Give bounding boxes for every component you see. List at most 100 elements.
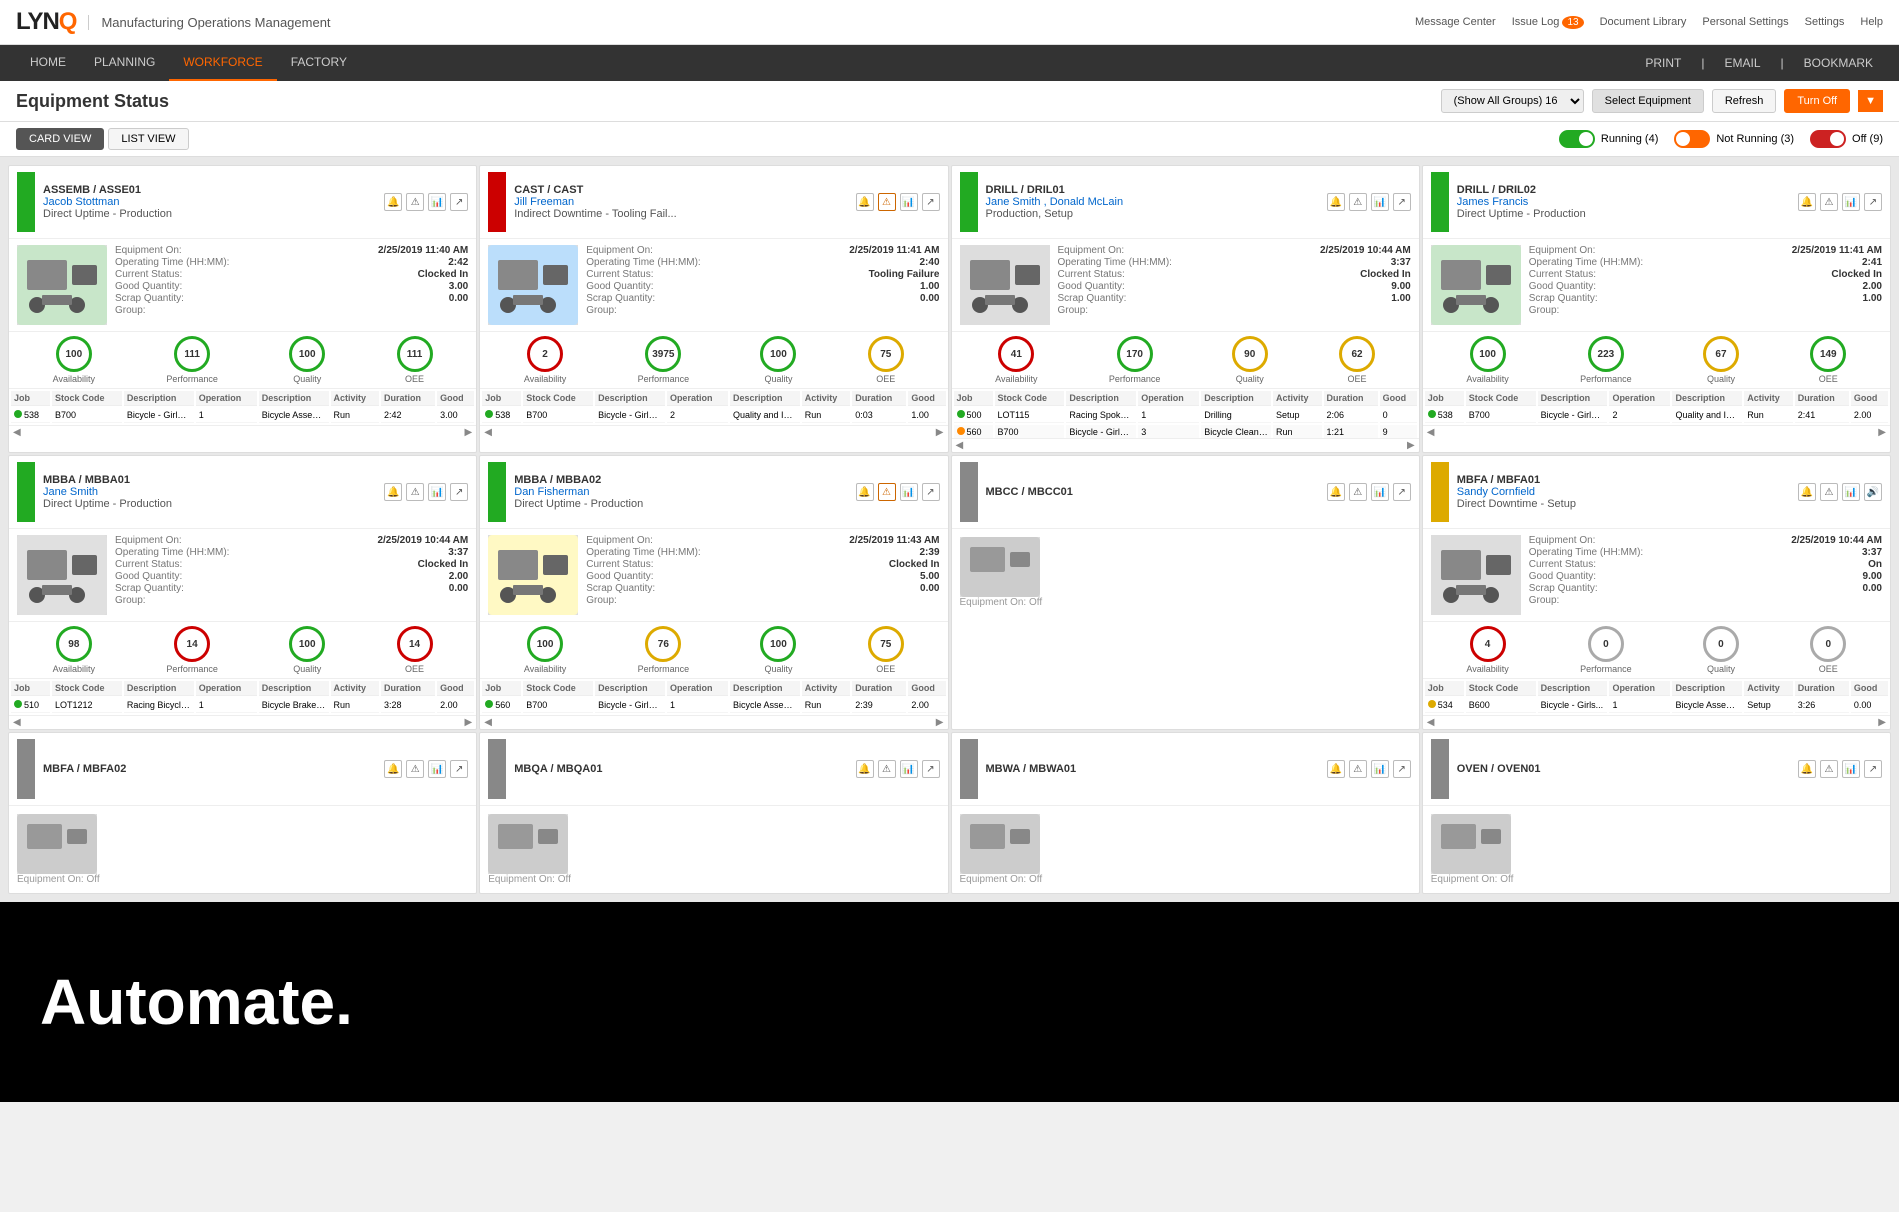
eq-icons-mbfa-mbfa02: 🔔⚠📊↗ xyxy=(384,760,468,778)
alert-icon-drill-dril02[interactable]: ⚠ xyxy=(1820,193,1838,211)
expand-icon-mbfa-mbfa02[interactable]: ↗ xyxy=(450,760,468,778)
eq-operator-assemb-asse01[interactable]: Jacob Stottman xyxy=(43,196,376,208)
bell-icon-mbba-mbba01[interactable]: 🔔 xyxy=(384,483,402,501)
scroll-right-mbfa-mbfa01[interactable]: ▶ xyxy=(1878,717,1886,728)
alert-icon-assemb-asse01[interactable]: ⚠ xyxy=(406,193,424,211)
scroll-left-mbba-mbba01[interactable]: ◀ xyxy=(13,717,21,728)
scroll-right-drill-dril01[interactable]: ▶ xyxy=(1407,440,1415,451)
scroll-right-drill-dril02[interactable]: ▶ xyxy=(1878,427,1886,438)
scroll-right-cast-cast[interactable]: ▶ xyxy=(936,427,944,438)
metric-circle-2-mbfa-mbfa01: 0 xyxy=(1703,626,1739,662)
nav-factory[interactable]: FACTORY xyxy=(277,45,361,81)
expand-icon-oven-oven01[interactable]: ↗ xyxy=(1864,760,1882,778)
bell-icon-drill-dril02[interactable]: 🔔 xyxy=(1798,193,1816,211)
bell-icon-mbba-mbba02[interactable]: 🔔 xyxy=(856,483,874,501)
refresh-button[interactable]: Refresh xyxy=(1712,89,1777,113)
issue-log-link[interactable]: Issue Log 13 xyxy=(1512,16,1584,28)
scroll-right-mbba-mbba01[interactable]: ▶ xyxy=(465,717,473,728)
scroll-left-assemb-asse01[interactable]: ◀ xyxy=(13,427,21,438)
chart-icon-mbba-mbba01[interactable]: 📊 xyxy=(428,483,446,501)
bell-icon-mbwa-mbwa01[interactable]: 🔔 xyxy=(1327,760,1345,778)
nav-bookmark[interactable]: BOOKMARK xyxy=(1794,46,1883,80)
detail-row: Operating Time (HH:MM):2:41 xyxy=(1529,257,1882,268)
chart-icon-mbqa-mbqa01[interactable]: 📊 xyxy=(900,760,918,778)
alert-icon-mbfa-mbfa01[interactable]: ⚠ xyxy=(1820,483,1838,501)
chart-icon-mbfa-mbfa02[interactable]: 📊 xyxy=(428,760,446,778)
turn-off-button[interactable]: Turn Off xyxy=(1784,89,1850,113)
eq-operator-mbfa-mbfa01[interactable]: Sandy Cornfield xyxy=(1457,486,1790,498)
bell-icon-mbfa-mbfa02[interactable]: 🔔 xyxy=(384,760,402,778)
alert-icon-mbfa-mbfa02[interactable]: ⚠ xyxy=(406,760,424,778)
help-link[interactable]: Help xyxy=(1860,16,1883,28)
chart-icon-oven-oven01[interactable]: 📊 xyxy=(1842,760,1860,778)
bell-icon-oven-oven01[interactable]: 🔔 xyxy=(1798,760,1816,778)
expand-icon-drill-dril02[interactable]: ↗ xyxy=(1864,193,1882,211)
expand-icon-mbfa-mbfa01[interactable]: 🔊 xyxy=(1864,483,1882,501)
scroll-left-cast-cast[interactable]: ◀ xyxy=(484,427,492,438)
alert-icon-mbba-mbba01[interactable]: ⚠ xyxy=(406,483,424,501)
chart-icon-mbwa-mbwa01[interactable]: 📊 xyxy=(1371,760,1389,778)
running-toggle-switch[interactable] xyxy=(1559,130,1595,148)
not-running-toggle-switch[interactable] xyxy=(1674,130,1710,148)
bell-icon-mbqa-mbqa01[interactable]: 🔔 xyxy=(856,760,874,778)
scroll-left-drill-dril01[interactable]: ◀ xyxy=(956,440,964,451)
chart-icon-mbba-mbba02[interactable]: 📊 xyxy=(900,483,918,501)
eq-operator-drill-dril01[interactable]: Jane Smith , Donald McLain xyxy=(986,196,1319,208)
turn-off-dropdown-arrow[interactable]: ▼ xyxy=(1858,90,1883,112)
scroll-left-mbba-mbba02[interactable]: ◀ xyxy=(484,717,492,728)
eq-operator-cast-cast[interactable]: Jill Freeman xyxy=(514,196,847,208)
chart-icon-mbfa-mbfa01[interactable]: 📊 xyxy=(1842,483,1860,501)
alert-icon-mbba-mbba02[interactable]: ⚠ xyxy=(878,483,896,501)
list-view-button[interactable]: LIST VIEW xyxy=(108,128,188,150)
off-toggle-switch[interactable] xyxy=(1810,130,1846,148)
expand-icon-assemb-asse01[interactable]: ↗ xyxy=(450,193,468,211)
scroll-left-drill-dril02[interactable]: ◀ xyxy=(1427,427,1435,438)
scroll-right-assemb-asse01[interactable]: ▶ xyxy=(465,427,473,438)
eq-operator-mbba-mbba02[interactable]: Dan Fisherman xyxy=(514,486,847,498)
expand-icon-mbba-mbba01[interactable]: ↗ xyxy=(450,483,468,501)
message-center-link[interactable]: Message Center xyxy=(1415,16,1496,28)
chart-icon-drill-dril01[interactable]: 📊 xyxy=(1371,193,1389,211)
scroll-left-mbfa-mbfa01[interactable]: ◀ xyxy=(1427,717,1435,728)
select-equipment-button[interactable]: Select Equipment xyxy=(1592,89,1704,113)
expand-icon-mbba-mbba02[interactable]: ↗ xyxy=(922,483,940,501)
alert-icon-cast-cast[interactable]: ⚠ xyxy=(878,193,896,211)
card-view-button[interactable]: CARD VIEW xyxy=(16,128,104,150)
alert-icon-drill-dril01[interactable]: ⚠ xyxy=(1349,193,1367,211)
detail-label: Scrap Quantity: xyxy=(1529,293,1598,304)
eq-operator-mbba-mbba01[interactable]: Jane Smith xyxy=(43,486,376,498)
settings-link[interactable]: Settings xyxy=(1805,16,1845,28)
nav-workforce[interactable]: WORKFORCE xyxy=(169,45,276,81)
expand-icon-mbqa-mbqa01[interactable]: ↗ xyxy=(922,760,940,778)
detail-row: Good Quantity:2.00 xyxy=(115,571,468,582)
expand-icon-mbwa-mbwa01[interactable]: ↗ xyxy=(1393,760,1411,778)
chart-icon-mbcc-mbcc01[interactable]: 📊 xyxy=(1371,483,1389,501)
expand-icon-drill-dril01[interactable]: ↗ xyxy=(1393,193,1411,211)
nav-print[interactable]: PRINT xyxy=(1635,46,1691,80)
nav-home[interactable]: HOME xyxy=(16,45,80,81)
alert-icon-mbcc-mbcc01[interactable]: ⚠ xyxy=(1349,483,1367,501)
expand-icon-cast-cast[interactable]: ↗ xyxy=(922,193,940,211)
alert-icon-mbqa-mbqa01[interactable]: ⚠ xyxy=(878,760,896,778)
job-status-dot xyxy=(485,410,493,418)
nav-planning[interactable]: PLANNING xyxy=(80,45,169,81)
chart-icon-drill-dril02[interactable]: 📊 xyxy=(1842,193,1860,211)
group-select[interactable]: (Show All Groups) 16 xyxy=(1441,89,1584,113)
alert-icon-oven-oven01[interactable]: ⚠ xyxy=(1820,760,1838,778)
bell-icon-assemb-asse01[interactable]: 🔔 xyxy=(384,193,402,211)
detail-value: 3:37 xyxy=(1862,547,1882,558)
bell-icon-mbcc-mbcc01[interactable]: 🔔 xyxy=(1327,483,1345,501)
nav-email[interactable]: EMAIL xyxy=(1715,46,1771,80)
personal-settings-link[interactable]: Personal Settings xyxy=(1702,16,1788,28)
chart-icon-cast-cast[interactable]: 📊 xyxy=(900,193,918,211)
bell-icon-mbfa-mbfa01[interactable]: 🔔 xyxy=(1798,483,1816,501)
eq-operator-drill-dril02[interactable]: James Francis xyxy=(1457,196,1790,208)
bell-icon-drill-dril01[interactable]: 🔔 xyxy=(1327,193,1345,211)
chart-icon-assemb-asse01[interactable]: 📊 xyxy=(428,193,446,211)
document-library-link[interactable]: Document Library xyxy=(1600,16,1687,28)
bell-icon-cast-cast[interactable]: 🔔 xyxy=(856,193,874,211)
alert-icon-mbwa-mbwa01[interactable]: ⚠ xyxy=(1349,760,1367,778)
expand-icon-mbcc-mbcc01[interactable]: ↗ xyxy=(1393,483,1411,501)
col-op: Operation xyxy=(1138,391,1199,406)
scroll-right-mbba-mbba02[interactable]: ▶ xyxy=(936,717,944,728)
